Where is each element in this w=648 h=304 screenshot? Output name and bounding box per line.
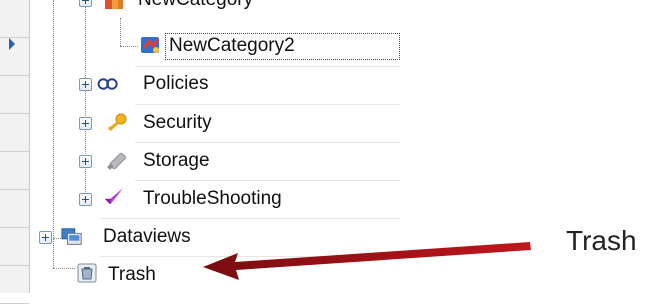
- annotation-arrow: [203, 242, 531, 280]
- annotation-label: Trash: [566, 225, 637, 256]
- arrow-shape: [203, 242, 531, 280]
